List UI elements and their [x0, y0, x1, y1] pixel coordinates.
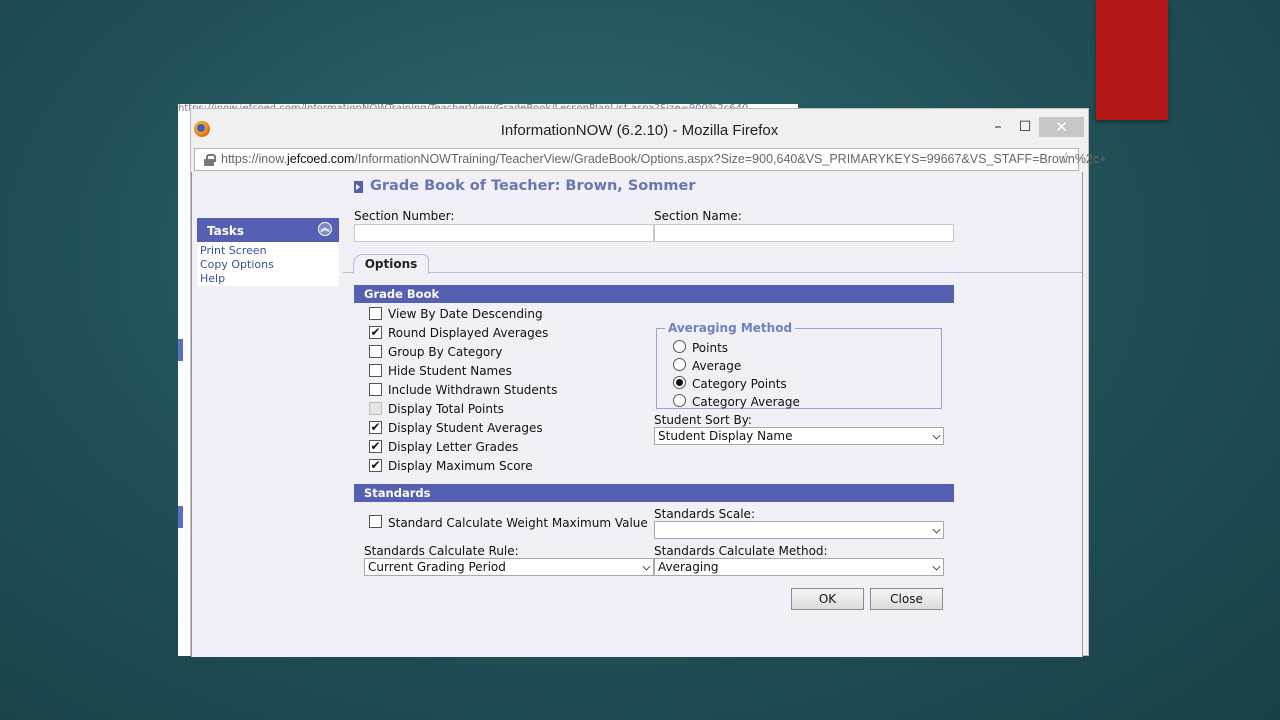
averaging-method-legend: Averaging Method — [665, 321, 796, 335]
standards-rule-value: Current Grading Period — [368, 560, 506, 574]
label-category-average: Category Average — [692, 395, 800, 409]
arrow-right-icon — [354, 181, 363, 193]
tab-options[interactable]: Options — [353, 254, 429, 274]
checkbox-display-letter-grades[interactable]: ✔ — [369, 440, 382, 453]
window-titlebar[interactable]: InformationNOW (6.2.10) - Mozilla Firefo… — [191, 109, 1088, 151]
task-print-screen[interactable]: Print Screen — [197, 244, 339, 258]
student-sort-value: Student Display Name — [658, 429, 793, 443]
url-path: /InformationNOWTraining/TeacherView/Grad… — [354, 152, 1107, 166]
checkbox-standard-weight-max[interactable] — [369, 515, 382, 528]
checkbox-display-maximum-score[interactable]: ✔ — [369, 459, 382, 472]
label-group-by-category: Group By Category — [388, 345, 503, 359]
checkbox-include-withdrawn[interactable] — [369, 383, 382, 396]
section-name-field[interactable] — [654, 224, 954, 242]
task-help[interactable]: Help — [197, 272, 339, 286]
firefox-window: InformationNOW (6.2.10) - Mozilla Firefo… — [190, 108, 1106, 657]
standards-section-header: Standards — [354, 484, 954, 502]
radio-category-average[interactable] — [673, 394, 686, 407]
section-number-field[interactable] — [354, 224, 654, 242]
checkbox-display-total-points — [369, 402, 382, 415]
radio-average[interactable] — [673, 358, 686, 371]
close-window-button[interactable]: ✕ — [1039, 117, 1084, 137]
background-window-edge — [178, 116, 190, 656]
standards-method-select[interactable]: Averaging — [654, 558, 944, 576]
gradebook-section-header: Grade Book — [354, 285, 954, 303]
label-include-withdrawn: Include Withdrawn Students — [388, 383, 558, 397]
chevron-down-icon — [932, 525, 941, 534]
label-points: Points — [692, 341, 729, 355]
label-average: Average — [692, 359, 742, 373]
checkbox-hide-student-names[interactable] — [369, 364, 382, 377]
checkbox-view-by-date[interactable] — [369, 307, 382, 320]
radio-category-points[interactable] — [673, 376, 686, 389]
tasks-panel-header: Tasks ︽ — [197, 218, 339, 242]
page-title: Grade Book of Teacher: Brown, Sommer — [370, 178, 696, 194]
close-button[interactable]: Close — [870, 588, 943, 610]
tasks-panel: Print Screen Copy Options Help — [197, 242, 339, 286]
section-name-label: Section Name: — [654, 209, 742, 223]
label-round-averages: Round Displayed Averages — [388, 326, 549, 340]
standards-rule-select[interactable]: Current Grading Period — [364, 558, 654, 576]
ok-button[interactable]: OK — [791, 588, 864, 610]
tasks-title: Tasks — [207, 224, 245, 238]
student-sort-label: Student Sort By: — [654, 413, 752, 427]
section-number-label: Section Number: — [354, 209, 455, 223]
collapse-up-icon[interactable]: ︽ — [318, 222, 332, 236]
minimize-button[interactable]: – — [986, 117, 1010, 137]
label-display-total-points: Display Total Points — [388, 402, 504, 416]
label-display-letter-grades: Display Letter Grades — [388, 440, 519, 454]
chevron-down-icon — [932, 562, 941, 571]
label-hide-student-names: Hide Student Names — [388, 364, 512, 378]
main-panel: Grade Book of Teacher: Brown, Sommer Sec… — [343, 172, 1082, 657]
chevron-down-icon — [932, 431, 941, 440]
checkbox-display-student-averages[interactable]: ✔ — [369, 421, 382, 434]
checkbox-group-by-category[interactable] — [369, 345, 382, 358]
standards-scale-select[interactable] — [654, 521, 944, 539]
task-copy-options[interactable]: Copy Options — [197, 258, 339, 272]
standards-method-label: Standards Calculate Method: — [654, 544, 828, 558]
tab-strip-line — [343, 272, 1082, 273]
bookmark-star-icon[interactable]: ☆ — [1059, 149, 1074, 169]
averaging-method-group: Averaging Method Points Average Category… — [656, 321, 942, 409]
label-display-student-averages: Display Student Averages — [388, 421, 543, 435]
window-title: InformationNOW (6.2.10) - Mozilla Firefo… — [500, 122, 779, 139]
radio-points[interactable] — [673, 340, 686, 353]
label-category-points: Category Points — [692, 377, 787, 391]
standards-scale-label: Standards Scale: — [654, 507, 755, 521]
url-prefix: https://inow. — [221, 152, 288, 166]
red-accent-block — [1096, 0, 1168, 120]
label-view-by-date: View By Date Descending — [388, 307, 543, 321]
address-bar[interactable]: https://inow.jefcoed.com/InformationNOWT… — [194, 148, 1106, 171]
maximize-button[interactable]: ☐ — [1013, 117, 1037, 137]
standards-rule-label: Standards Calculate Rule: — [364, 544, 519, 558]
standards-method-value: Averaging — [658, 560, 719, 574]
lock-icon — [204, 154, 216, 166]
url-domain: jefcoed.com — [287, 152, 355, 166]
label-display-maximum-score: Display Maximum Score — [388, 459, 533, 473]
label-standard-weight-max: Standard Calculate Weight Maximum Value — [388, 516, 648, 530]
student-sort-select[interactable]: Student Display Name — [654, 427, 944, 445]
chevron-down-icon — [642, 562, 651, 571]
checkbox-round-averages[interactable]: ✔ — [369, 326, 382, 339]
sidebar: Tasks ︽ Print Screen Copy Options Help — [192, 172, 343, 657]
page-content: Tasks ︽ Print Screen Copy Options Help G… — [191, 172, 1083, 657]
url-text[interactable]: https://inow.jefcoed.com/InformationNOWT… — [221, 152, 1106, 166]
